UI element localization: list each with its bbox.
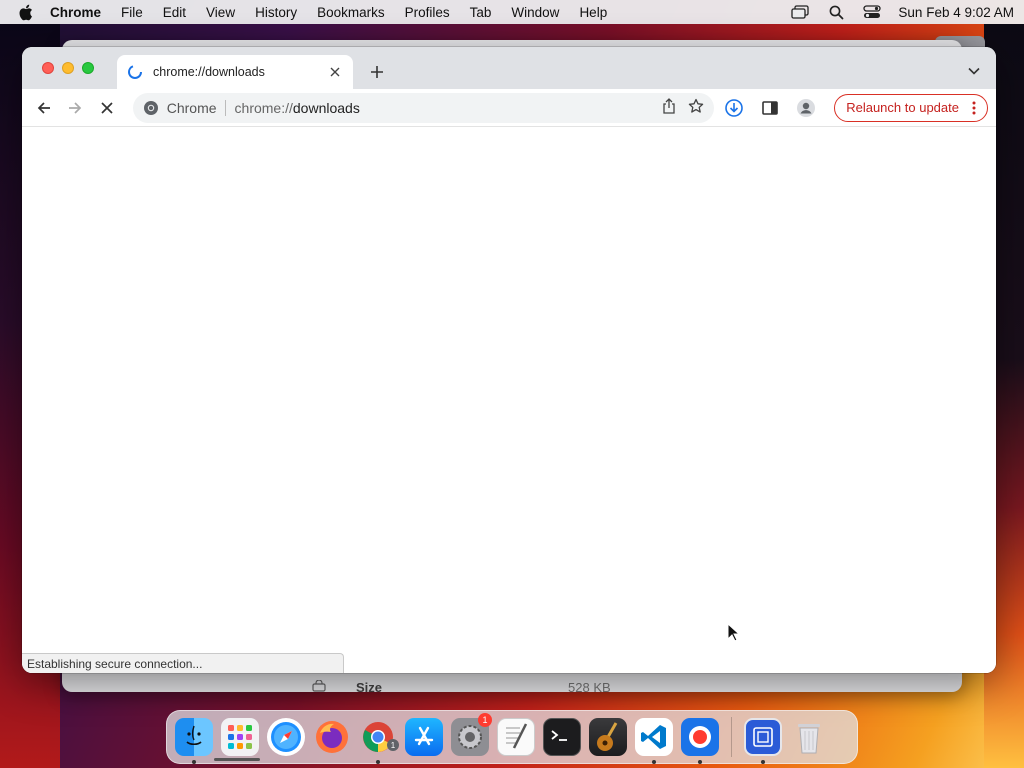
running-indicator	[761, 760, 765, 764]
safari-icon	[267, 718, 305, 756]
chrome-logo-icon[interactable]	[143, 100, 159, 116]
terminal-icon	[543, 718, 581, 756]
tab-strip: chrome://downloads	[22, 47, 996, 89]
dock-separator	[731, 717, 732, 757]
trash-icon	[790, 718, 828, 756]
screen-mirroring-icon[interactable]	[790, 3, 810, 21]
running-indicator	[192, 760, 196, 764]
spotlight-search-icon[interactable]	[826, 3, 846, 21]
menu-window[interactable]: Window	[511, 5, 559, 20]
bookmark-star-icon[interactable]	[688, 98, 704, 117]
dock-item-firefox[interactable]	[311, 715, 353, 759]
dock-item-system-settings[interactable]: 1	[449, 713, 492, 759]
dock-scroll-indicator	[214, 758, 260, 761]
url-text: chrome://downloads	[235, 100, 360, 116]
tab-search-chevron-icon[interactable]	[966, 63, 982, 79]
share-icon[interactable]	[662, 98, 676, 117]
textedit-icon	[497, 718, 535, 756]
garageband-icon	[589, 718, 627, 756]
menu-edit[interactable]: Edit	[163, 5, 186, 20]
app-store-icon	[405, 718, 443, 756]
dock-item-launchpad[interactable]	[219, 715, 261, 759]
menu-tab[interactable]: Tab	[470, 5, 492, 20]
address-bar[interactable]: Chrome chrome://downloads	[132, 92, 715, 123]
mouse-cursor-icon	[727, 622, 741, 643]
window-close-button[interactable]	[42, 62, 54, 74]
dock: 1 1	[166, 710, 858, 764]
dock-item-chrome[interactable]: 1	[357, 715, 399, 764]
new-tab-button[interactable]	[366, 61, 388, 83]
finder-icon	[175, 718, 213, 756]
relaunch-to-update-button[interactable]: Relaunch to update	[834, 93, 988, 122]
window-minimize-button[interactable]	[62, 62, 74, 74]
menu-bar: Chrome File Edit View History Bookmarks …	[0, 0, 1024, 24]
menu-history[interactable]: History	[255, 5, 297, 20]
launchpad-icon	[221, 718, 259, 756]
omnibox-actions	[662, 98, 704, 117]
dock-item-trash[interactable]	[788, 715, 830, 759]
menu-help[interactable]: Help	[579, 5, 607, 20]
dock-item-screen-recorder[interactable]	[679, 715, 721, 764]
firefox-icon	[313, 718, 351, 756]
window-zoom-button[interactable]	[82, 62, 94, 74]
toolbar-actions: Relaunch to update	[720, 93, 988, 122]
url-host: downloads	[292, 99, 360, 116]
tab-downloads[interactable]: chrome://downloads	[117, 55, 353, 89]
dock-item-garageband[interactable]	[587, 715, 629, 759]
chrome-badge: 1	[387, 739, 399, 751]
origin-chip: Chrome	[167, 99, 226, 116]
chrome-window: chrome://downloads Chrome chrome://downl	[22, 47, 996, 673]
tab-title: chrome://downloads	[153, 65, 265, 79]
menu-clock[interactable]: Sun Feb 4 9:02 AM	[898, 5, 1014, 20]
loading-spinner-icon	[127, 64, 143, 80]
dock-item-vscode[interactable]	[633, 715, 675, 764]
dock-item-screenshot-app[interactable]	[742, 715, 784, 764]
screen-recorder-icon	[681, 718, 719, 756]
menu-profiles[interactable]: Profiles	[405, 5, 450, 20]
downloads-icon[interactable]	[720, 94, 748, 122]
menu-view[interactable]: View	[206, 5, 235, 20]
window-controls	[42, 62, 94, 74]
lock-icon	[312, 679, 326, 692]
screenshot-app-icon	[744, 718, 782, 756]
stop-loading-button[interactable]	[93, 94, 121, 122]
running-indicator	[652, 760, 656, 764]
settings-badge: 1	[478, 713, 492, 727]
url-scheme: chrome://	[234, 99, 293, 116]
menu-bookmarks[interactable]: Bookmarks	[317, 5, 385, 20]
vscode-icon	[635, 718, 673, 756]
forward-button[interactable]	[62, 94, 90, 122]
back-button[interactable]	[30, 94, 58, 122]
browser-toolbar: Chrome chrome://downloads Relaunch to up…	[22, 89, 996, 127]
side-panel-icon[interactable]	[756, 94, 784, 122]
running-indicator	[698, 760, 702, 764]
page-content[interactable]: Establishing secure connection...	[22, 127, 996, 673]
status-bubble: Establishing secure connection...	[22, 653, 344, 673]
tab-close-icon[interactable]	[327, 64, 343, 80]
dock-item-safari[interactable]	[265, 715, 307, 759]
more-menu-icon[interactable]	[965, 101, 983, 115]
menu-file[interactable]: File	[121, 5, 143, 20]
size-value: 528 KB	[568, 680, 611, 692]
relaunch-label: Relaunch to update	[846, 100, 959, 115]
menu-app-name[interactable]: Chrome	[50, 5, 101, 20]
dock-item-finder[interactable]	[173, 715, 215, 764]
apple-menu-icon[interactable]	[14, 4, 36, 21]
size-label: Size	[356, 680, 383, 692]
dock-item-app-store[interactable]	[403, 715, 445, 759]
control-center-icon[interactable]	[862, 3, 882, 21]
profile-avatar-icon[interactable]	[792, 94, 820, 122]
background-info-row: Size 528 KB	[312, 679, 932, 692]
running-indicator	[376, 760, 380, 764]
dock-item-terminal[interactable]	[541, 715, 583, 759]
dock-item-textedit[interactable]	[495, 715, 537, 759]
